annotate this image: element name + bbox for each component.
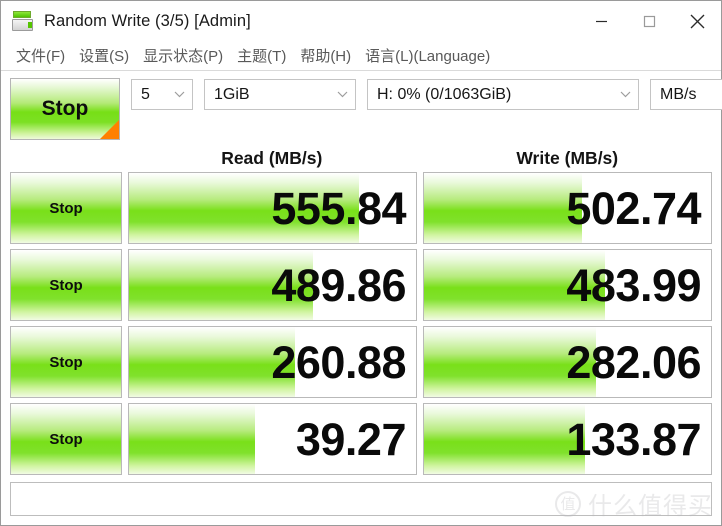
title-bar: Random Write (3/5) [Admin] bbox=[1, 1, 721, 41]
test-size-value: 1GiB bbox=[214, 85, 250, 103]
row-stop-label: Stop bbox=[49, 199, 83, 217]
unit-dropdown[interactable]: MB/s bbox=[650, 79, 722, 110]
table-row: Stop 260.88 282.06 bbox=[10, 326, 712, 398]
test-count-value: 5 bbox=[141, 85, 150, 103]
write-score-value: 483.99 bbox=[566, 259, 701, 311]
menu-item-theme[interactable]: 主题(T) bbox=[230, 43, 293, 69]
row-stop-label: Stop bbox=[49, 353, 83, 371]
table-row: Stop 489.86 483.99 bbox=[10, 249, 712, 321]
write-score-bar bbox=[424, 404, 585, 474]
test-size-dropdown[interactable]: 1GiB bbox=[204, 79, 356, 110]
close-button[interactable] bbox=[673, 1, 721, 41]
running-indicator-triangle bbox=[100, 120, 119, 139]
main-stop-button[interactable]: Stop bbox=[10, 78, 120, 140]
close-icon bbox=[690, 14, 704, 28]
disk-benchmark-icon bbox=[12, 10, 34, 32]
write-score-value: 282.06 bbox=[566, 336, 701, 388]
minimize-button[interactable] bbox=[577, 1, 625, 41]
chevron-down-icon bbox=[612, 91, 638, 98]
status-bar bbox=[10, 482, 712, 516]
menu-item-settings[interactable]: 设置(S) bbox=[72, 43, 136, 69]
maximize-button[interactable] bbox=[625, 1, 673, 41]
window-title: Random Write (3/5) [Admin] bbox=[44, 11, 251, 30]
read-score-cell: 39.27 bbox=[128, 403, 417, 475]
main-stop-label: Stop bbox=[41, 97, 89, 120]
application-window: Random Write (3/5) [Admin] 文件(F) 设置(S) 显… bbox=[0, 0, 722, 526]
row-stop-button[interactable]: Stop bbox=[10, 249, 122, 321]
table-row: Stop 555.84 502.74 bbox=[10, 172, 712, 244]
unit-value: MB/s bbox=[660, 85, 697, 103]
table-row: Stop 39.27 133.87 bbox=[10, 403, 712, 475]
menu-item-help[interactable]: 帮助(H) bbox=[293, 43, 358, 69]
write-score-value: 133.87 bbox=[566, 413, 701, 465]
minimize-icon bbox=[595, 20, 607, 22]
menu-item-status[interactable]: 显示状态(P) bbox=[136, 43, 230, 69]
row-stop-button[interactable]: Stop bbox=[10, 326, 122, 398]
read-score-value: 39.27 bbox=[295, 413, 407, 465]
row-stop-label: Stop bbox=[49, 430, 83, 448]
write-score-cell: 282.06 bbox=[423, 326, 712, 398]
row-stop-button[interactable]: Stop bbox=[10, 403, 122, 475]
write-score-bar bbox=[424, 173, 582, 243]
write-score-cell: 502.74 bbox=[423, 172, 712, 244]
read-score-bar bbox=[129, 404, 256, 474]
read-score-value: 489.86 bbox=[271, 259, 406, 311]
write-score-cell: 483.99 bbox=[423, 249, 712, 321]
target-drive-value: H: 0% (0/1063GiB) bbox=[377, 85, 512, 103]
menu-item-language[interactable]: 语言(L)(Language) bbox=[358, 43, 497, 69]
toolbar: Stop 5 1GiB H: 0% (0/1063GiB) MB/s bbox=[10, 78, 722, 144]
menu-bar: 文件(F) 设置(S) 显示状态(P) 主题(T) 帮助(H) 语言(L)(La… bbox=[1, 41, 721, 71]
test-count-dropdown[interactable]: 5 bbox=[131, 79, 193, 110]
window-controls bbox=[577, 1, 721, 41]
row-stop-button[interactable]: Stop bbox=[10, 172, 122, 244]
write-column-header: Write (MB/s) bbox=[516, 147, 619, 168]
results-table: Stop 555.84 502.74 Stop 489.86 483.99 St… bbox=[10, 172, 712, 475]
row-stop-label: Stop bbox=[49, 276, 83, 294]
maximize-icon bbox=[643, 15, 655, 27]
write-score-value: 502.74 bbox=[566, 182, 701, 234]
write-score-cell: 133.87 bbox=[423, 403, 712, 475]
read-score-value: 260.88 bbox=[271, 336, 406, 388]
read-score-value: 555.84 bbox=[271, 182, 406, 234]
read-column-header: Read (MB/s) bbox=[221, 147, 323, 168]
column-headers: Read (MB/s) Write (MB/s) bbox=[10, 144, 712, 172]
chevron-down-icon bbox=[329, 91, 355, 98]
menu-item-file[interactable]: 文件(F) bbox=[9, 43, 72, 69]
read-score-cell: 260.88 bbox=[128, 326, 417, 398]
target-drive-dropdown[interactable]: H: 0% (0/1063GiB) bbox=[367, 79, 639, 110]
main-content: Stop 5 1GiB H: 0% (0/1063GiB) MB/s Read … bbox=[1, 71, 722, 525]
chevron-down-icon bbox=[166, 91, 192, 98]
read-score-cell: 489.86 bbox=[128, 249, 417, 321]
read-score-cell: 555.84 bbox=[128, 172, 417, 244]
